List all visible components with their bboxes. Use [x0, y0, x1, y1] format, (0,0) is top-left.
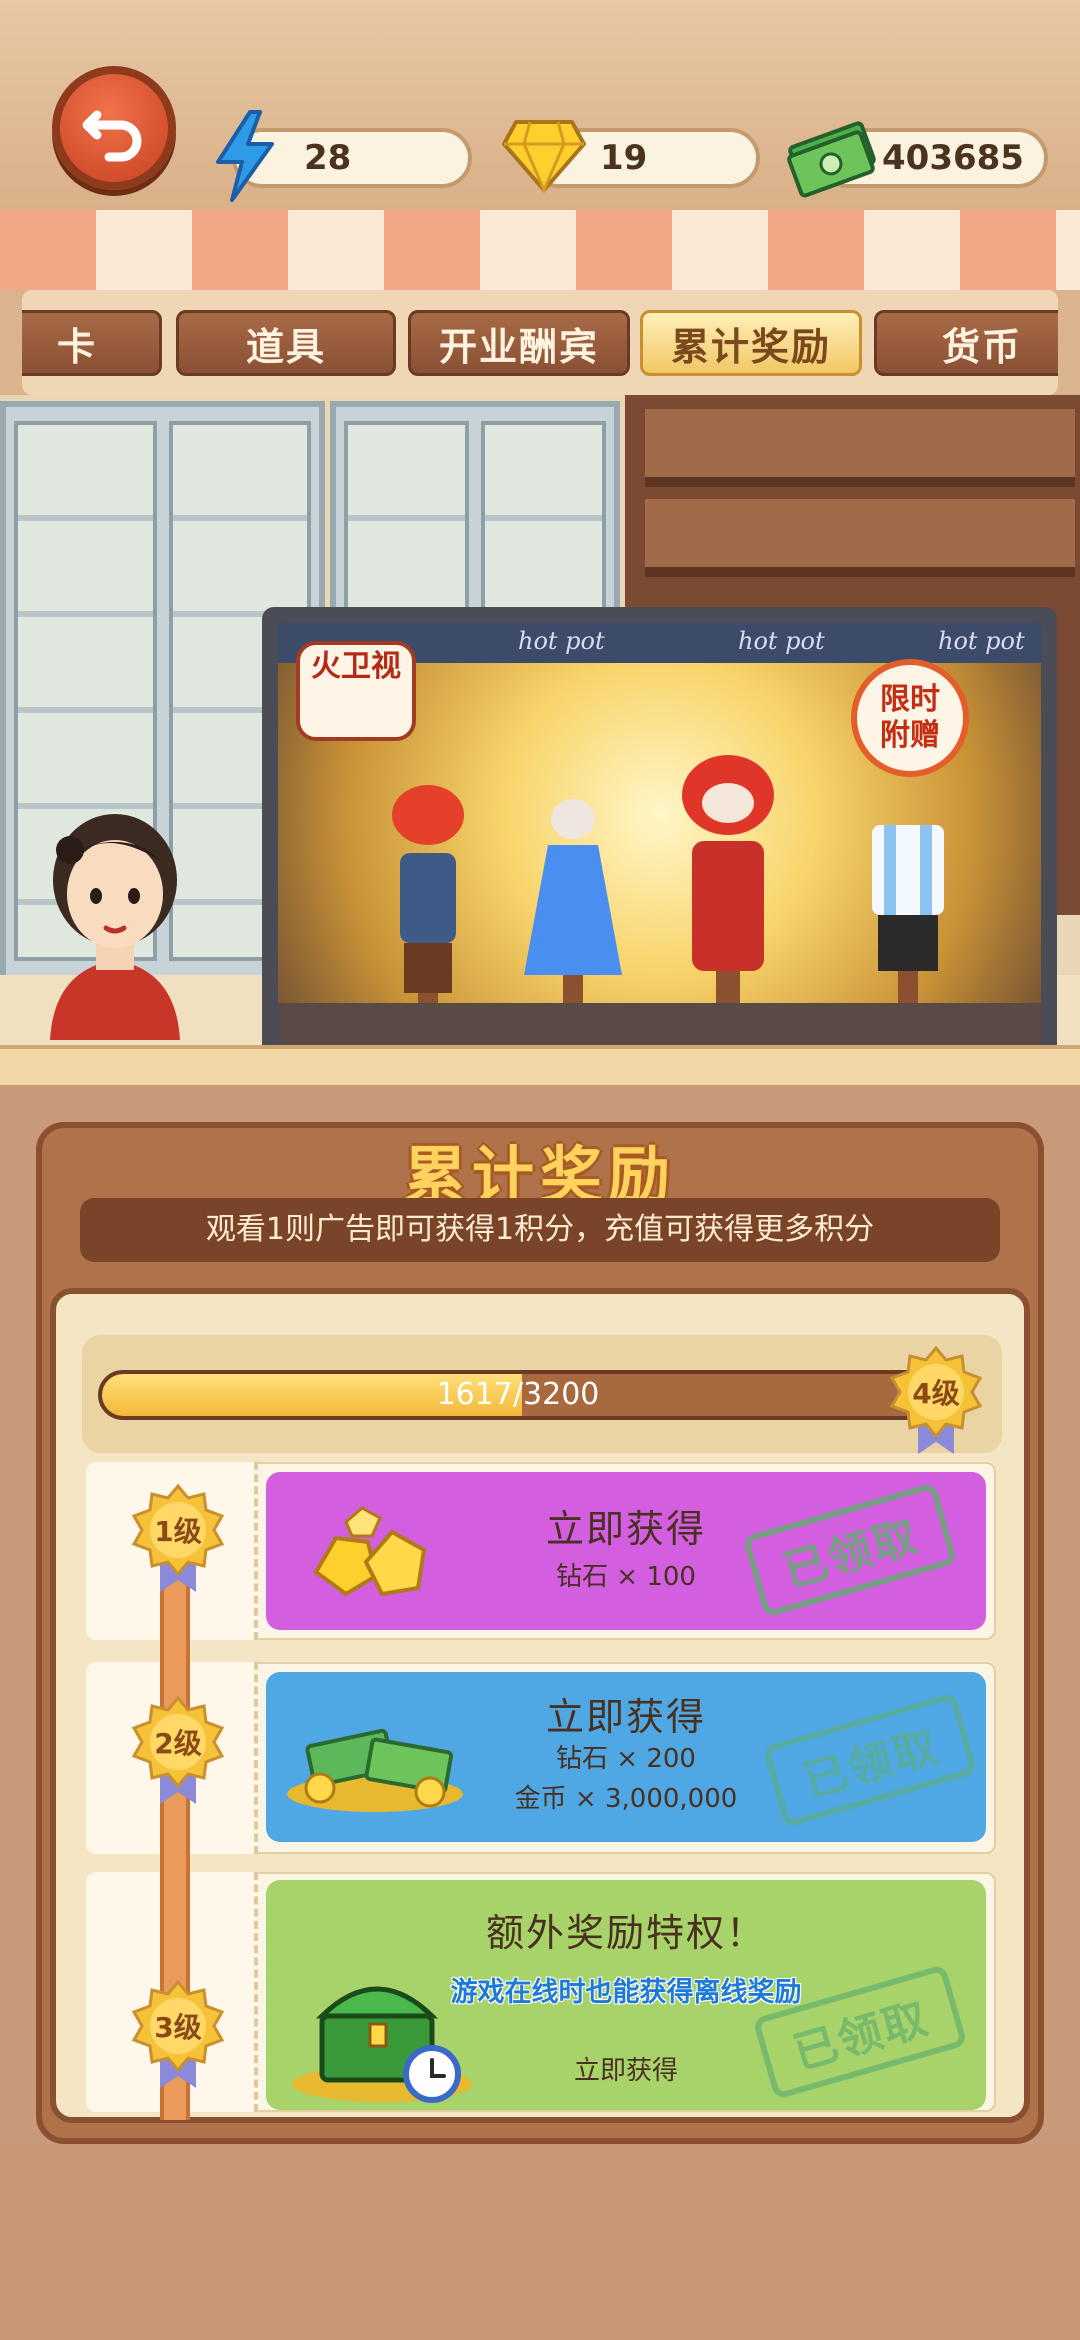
tab-card[interactable]: 卡 [22, 310, 162, 376]
tab-cumulative-rewards-label: 累计奖励 [670, 324, 831, 369]
store-scene: hot pot hot pot hot pot 火卫视 限时 附赠 [0, 395, 1080, 1085]
diamond-icon [502, 120, 586, 194]
target-level-medal: 4级 [888, 1345, 984, 1454]
striped-jersey-mannequin [872, 825, 944, 1015]
shop-awning [0, 210, 1080, 314]
promo-tv[interactable]: hot pot hot pot hot pot 火卫视 限时 附赠 [262, 607, 1057, 1067]
floor [0, 2144, 1080, 2340]
level-3-label: 3级 [154, 2011, 202, 2044]
tab-bar: 卡 道具 开业酬宾 累计奖励 货币 [0, 290, 1080, 395]
level-3-medal: 3级 [130, 1979, 226, 2088]
shelf-row [645, 499, 1075, 577]
level-2-label: 2级 [154, 1727, 202, 1760]
banner-text: hot pot [938, 627, 1025, 655]
reward-3-title: 额外奖励特权！ [485, 1911, 766, 1955]
progress-bar: 1617/3200 [98, 1370, 938, 1420]
limited-gift-line1: 限时 [880, 682, 940, 717]
banner-text: hot pot [518, 627, 605, 655]
reward-card-level-3[interactable]: 额外奖励特权！ 游戏在线时也能获得离线奖励 立即获得 已领取 [266, 1880, 986, 2110]
level-2-medal: 2级 [130, 1695, 226, 1804]
tab-items-label: 道具 [245, 324, 326, 369]
level-1-medal: 1级 [130, 1483, 226, 1592]
tab-items[interactable]: 道具 [176, 310, 396, 376]
shopkeeper-avatar [50, 814, 180, 1040]
tab-opening-promo-label: 开业酬宾 [438, 324, 599, 369]
tab-card-label: 卡 [56, 324, 97, 369]
cash-value: 403685 [882, 138, 1024, 178]
reward-card-level-2[interactable]: 立即获得 钻石 × 200 金币 × 3,000,000 已领取 [266, 1672, 986, 1842]
progress-text: 1617/3200 [436, 1377, 600, 1412]
banner-text: hot pot [738, 627, 825, 655]
energy-value: 28 [304, 138, 352, 178]
shelf-row [645, 409, 1075, 487]
tv-screen: hot pot hot pot hot pot 火卫视 限时 附赠 [278, 623, 1041, 1051]
tab-opening-promo[interactable]: 开业酬宾 [408, 310, 630, 376]
lightning-icon [216, 110, 274, 202]
display-floor [278, 1003, 1041, 1051]
crab-costume-mannequin [392, 785, 464, 1015]
lion-costume-mannequin [682, 755, 774, 1015]
channel-badge: 火卫视 [296, 641, 416, 741]
tab-strip: 卡 道具 开业酬宾 累计奖励 货币 [22, 290, 1058, 395]
tab-currency-label: 货币 [941, 324, 1022, 369]
back-button[interactable] [52, 66, 176, 190]
cash-icon [787, 121, 876, 198]
tab-cumulative-rewards[interactable]: 累计奖励 [640, 310, 862, 376]
back-arrow-icon [82, 110, 142, 162]
front-counter [0, 1045, 1080, 1085]
blue-dress-mannequin [524, 799, 622, 1015]
level-1-label: 1级 [154, 1515, 202, 1548]
panel-subtitle: 观看1则广告即可获得1积分，充值可获得更多积分 [80, 1198, 1000, 1262]
reward-card-level-1[interactable]: 立即获得 钻石 × 100 已领取 [266, 1472, 986, 1630]
diamond-value: 19 [600, 138, 648, 178]
target-level-label: 4级 [912, 1377, 960, 1410]
limited-gift-badge: 限时 附赠 [851, 659, 969, 777]
top-bar: 28 19 403685 [0, 0, 1080, 215]
limited-gift-line2: 附赠 [880, 718, 940, 753]
tab-currency[interactable]: 货币 [874, 310, 1058, 376]
